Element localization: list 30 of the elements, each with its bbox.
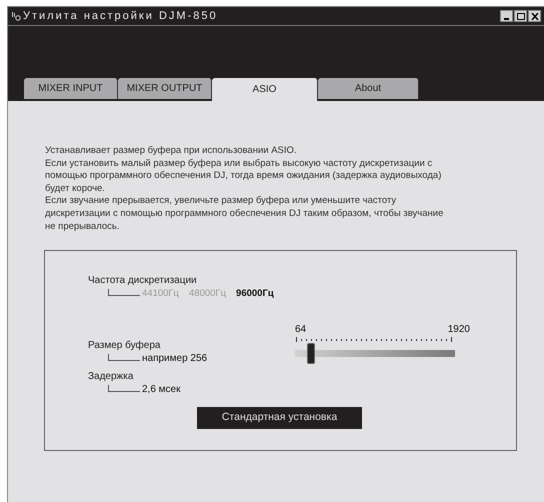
leader-line bbox=[108, 354, 140, 362]
field-label: Размер буфера bbox=[88, 339, 162, 354]
slider-thumb[interactable] bbox=[307, 343, 315, 364]
default-settings-button[interactable]: Стандартная установка bbox=[197, 407, 362, 430]
close-button[interactable] bbox=[528, 10, 541, 22]
sample-rate-option[interactable]: 96000Гц bbox=[236, 288, 274, 300]
field-label: Частота дискретизации bbox=[88, 274, 198, 288]
field-label: Задержка bbox=[88, 370, 134, 384]
window-title: Утилита настройки DJM-850 bbox=[23, 8, 218, 24]
description-text: дискретизации с помощью программного обеспечения DJ таким образом, чтобы звучание bbox=[45, 208, 444, 221]
minimize-button[interactable] bbox=[500, 10, 513, 22]
description-text: Если звучание прерывается, увеличьте размер буфера или уменьшите частоту bbox=[45, 195, 398, 208]
description-text: помощью программного обеспечения DJ, тогда время ожидания (задержка аудиовыхода) bbox=[45, 170, 442, 183]
slider-max-label: 1920 bbox=[448, 323, 470, 338]
maximize-icon bbox=[516, 12, 524, 20]
tab[interactable]: ASIO bbox=[212, 78, 318, 101]
maximize-button[interactable] bbox=[514, 10, 527, 22]
description-text: не прерывалось. bbox=[45, 220, 120, 234]
leader-line bbox=[108, 385, 140, 392]
slider-min-label: 64 bbox=[295, 323, 306, 338]
tab[interactable]: About bbox=[318, 78, 419, 99]
description-text: Если установить малый размер буфера или выбрать высокую частоту дискретизации с bbox=[45, 158, 434, 170]
description-text: Устанавливает размер буфера при использовании ASIO. bbox=[45, 145, 298, 158]
buffer-size-value: например 256 bbox=[142, 353, 208, 366]
leader-line bbox=[108, 289, 140, 296]
latency-value: 2,6 мсек bbox=[142, 384, 180, 396]
tab[interactable]: MIXER OUTPUT bbox=[118, 78, 212, 99]
close-icon bbox=[530, 12, 538, 20]
tab[interactable]: MIXER INPUT bbox=[24, 78, 118, 99]
description-text: будет короче. bbox=[45, 182, 106, 196]
